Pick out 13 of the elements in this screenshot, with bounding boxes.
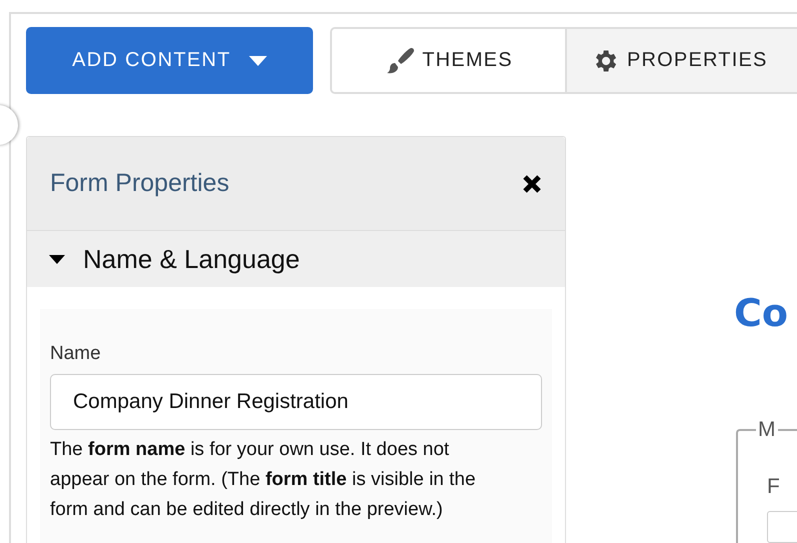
field-label: F <box>767 475 781 499</box>
help-text: The form name is for your own use. It does not appear on the form. (The form title is visible in the form and can be edited directly in the preview.) <box>50 438 477 522</box>
panel-title: Form Properties <box>50 169 230 198</box>
caret-icon <box>49 254 65 264</box>
field-label: Name <box>50 343 102 365</box>
add-content-button[interactable]: ADD CONTENT <box>26 27 313 94</box>
section-header[interactable]: Name & Language <box>27 230 565 287</box>
tab[interactable]: PROPERTIES <box>564 29 797 92</box>
close-icon[interactable] <box>522 174 542 194</box>
caret-icon <box>248 56 267 66</box>
form-title: Co <box>734 291 788 335</box>
input-field[interactable] <box>767 511 797 543</box>
name-field[interactable]: Company Dinner Registration <box>50 374 542 430</box>
